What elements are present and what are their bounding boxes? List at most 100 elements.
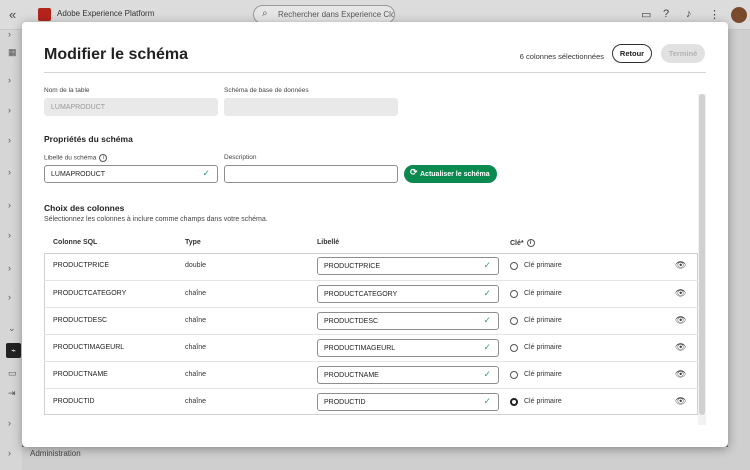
help-icon[interactable]: ? [663, 8, 669, 20]
nav-expand-icon[interactable]: › [8, 230, 11, 240]
refresh-schema-button[interactable]: ⟳ Actualiser le schéma [404, 165, 497, 183]
search-icon: ⌕ [262, 8, 268, 19]
back-button[interactable]: Retour [612, 44, 652, 63]
primary-key-radio[interactable] [510, 398, 518, 406]
columns-heading: Choix des colonnes [44, 203, 125, 213]
table-row: PRODUCTNAME chaîne PRODUCTNAME ✓ Clé primair… [44, 361, 698, 388]
description-label: Description [224, 154, 257, 161]
left-nav-rail: › ▦ › › › › › › › › ⌄ ⌁ ▭ ⇥ › › [0, 29, 22, 470]
nav-arrow-icon[interactable]: › [8, 29, 11, 39]
background-page-edge [728, 30, 750, 470]
column-label-value: PRODUCTCATEGORY [324, 291, 398, 298]
dialog-scrollbar-thumb[interactable] [699, 94, 705, 415]
checkmark-icon: ✓ [202, 168, 210, 178]
nav-expand-icon[interactable]: › [8, 418, 11, 428]
table-row: PRODUCTCATEGORY chaîne PRODUCTCATEGORY ✓ Clé… [44, 280, 698, 307]
eye-icon[interactable]: 👁 [675, 369, 686, 380]
column-type: chaîne [185, 290, 207, 297]
header-divider [44, 72, 706, 73]
nav-queries-icon[interactable]: ⌁ [6, 343, 21, 358]
eye-icon[interactable]: 👁 [675, 342, 686, 353]
dialog-title: Modifier le schéma [44, 46, 189, 63]
checkmark-icon: ✓ [483, 369, 491, 379]
nav-expand-icon[interactable]: › [8, 105, 11, 115]
nav-expand-icon[interactable]: › [8, 200, 11, 210]
nav-expand-icon[interactable]: › [8, 135, 11, 145]
column-label-value: PRODUCTDESC [324, 318, 379, 325]
sql-column-name: PRODUCTID [53, 398, 95, 405]
nav-signin-icon[interactable]: ⇥ [8, 388, 16, 399]
eye-icon[interactable]: 👁 [675, 288, 686, 299]
primary-key-label: Clé primaire [524, 262, 562, 269]
primary-key-radio[interactable] [510, 317, 518, 325]
eye-icon[interactable]: 👁 [675, 396, 686, 407]
bell-icon[interactable]: ♪ [686, 8, 692, 20]
table-row: PRODUCTDESC chaîne PRODUCTDESC ✓ Clé primair… [44, 307, 698, 334]
primary-key-radio[interactable] [510, 290, 518, 298]
refresh-schema-label: Actualiser le schéma [420, 170, 490, 178]
nav-monitor-icon[interactable]: ▭ [8, 368, 17, 379]
info-icon[interactable]: i [99, 154, 108, 162]
table-name-label: Nom de la table [44, 87, 90, 94]
column-header-sql: Colonne SQL [53, 239, 98, 246]
column-type: chaîne [185, 371, 207, 378]
nav-expand-icon[interactable]: › [8, 448, 11, 458]
column-header-type: Type [185, 239, 201, 246]
column-header-key: Clé* i [510, 239, 535, 247]
apps-grid-icon[interactable]: ⋮ [709, 8, 720, 21]
schema-label-input[interactable]: LUMAPRODUCT ✓ [44, 165, 218, 183]
table-row: PRODUCTID chaîne PRODUCTID ✓ Clé primaire 👁 [44, 388, 698, 415]
checkmark-icon: ✓ [483, 315, 491, 325]
description-input[interactable] [224, 165, 398, 183]
schema-label-value: LUMAPRODUCT [51, 171, 106, 178]
sql-column-name: PRODUCTCATEGORY [53, 290, 127, 297]
column-label-input[interactable]: PRODUCTNAME ✓ [317, 366, 499, 384]
search-placeholder: Rechercher dans Experience Clou... [278, 10, 395, 19]
column-label-value: PRODUCTPRICE [324, 263, 381, 270]
primary-key-label: Clé primaire [524, 290, 562, 297]
avatar[interactable] [731, 7, 747, 23]
nav-expand-icon[interactable]: › [8, 263, 11, 273]
info-icon[interactable]: i [526, 239, 535, 247]
column-label-input[interactable]: PRODUCTID ✓ [317, 393, 499, 411]
nav-collapse-icon[interactable]: ⌄ [8, 323, 16, 334]
schema-label-label-text: Libellé du schéma [44, 154, 97, 162]
column-label-input[interactable]: PRODUCTCATEGORY ✓ [317, 285, 499, 303]
column-type: chaîne [185, 344, 207, 351]
schema-properties-heading: Propriétés du schéma [44, 134, 133, 144]
adobe-logo [38, 8, 51, 21]
sql-column-name: PRODUCTDESC [53, 317, 108, 324]
primary-key-label: Clé primaire [524, 317, 562, 324]
eye-icon[interactable]: 👁 [675, 315, 686, 326]
selected-columns-count: 6 colonnes sélectionnées [519, 52, 604, 61]
column-type: double [185, 262, 207, 269]
eye-icon[interactable]: 👁 [675, 260, 686, 271]
primary-key-radio[interactable] [510, 262, 518, 270]
column-label-input[interactable]: PRODUCTIMAGEURL ✓ [317, 339, 499, 357]
column-label-input[interactable]: PRODUCTDESC ✓ [317, 312, 499, 330]
column-label-value: PRODUCTNAME [324, 372, 379, 379]
schema-label-label: Libellé du schéma i [44, 154, 108, 162]
nav-expand-icon[interactable]: › [8, 292, 11, 302]
checkmark-icon: ✓ [483, 396, 491, 406]
done-button[interactable]: Terminé [661, 44, 705, 63]
nav-administration[interactable]: Administration [30, 449, 81, 458]
column-label-input[interactable]: PRODUCTPRICE ✓ [317, 257, 499, 275]
primary-key-radio[interactable] [510, 371, 518, 379]
primary-key-radio[interactable] [510, 344, 518, 352]
column-label-value: PRODUCTID [324, 399, 366, 406]
nav-dashboard-icon[interactable]: ▦ [8, 47, 17, 58]
edit-schema-dialog: Modifier le schéma 6 colonnes sélectionn… [22, 22, 728, 447]
chat-icon[interactable]: ▭ [641, 8, 651, 21]
column-type: chaîne [185, 317, 207, 324]
checkmark-icon: ✓ [483, 288, 491, 298]
nav-expand-icon[interactable]: › [8, 167, 11, 177]
table-row: PRODUCTIMAGEURL chaîne PRODUCTIMAGEURL ✓ Clé… [44, 334, 698, 361]
collapse-nav-icon[interactable]: « [9, 7, 16, 22]
columns-description: Sélectionnez les colonnes à inclure comm… [44, 216, 268, 223]
table-row: PRODUCTPRICE double PRODUCTPRICE ✓ Clé prima… [44, 253, 698, 280]
table-name-field: LUMAPRODUCT [44, 98, 218, 116]
sql-column-name: PRODUCTIMAGEURL [53, 344, 125, 351]
nav-expand-icon[interactable]: › [8, 75, 11, 85]
column-header-label: Libellé [317, 239, 340, 246]
